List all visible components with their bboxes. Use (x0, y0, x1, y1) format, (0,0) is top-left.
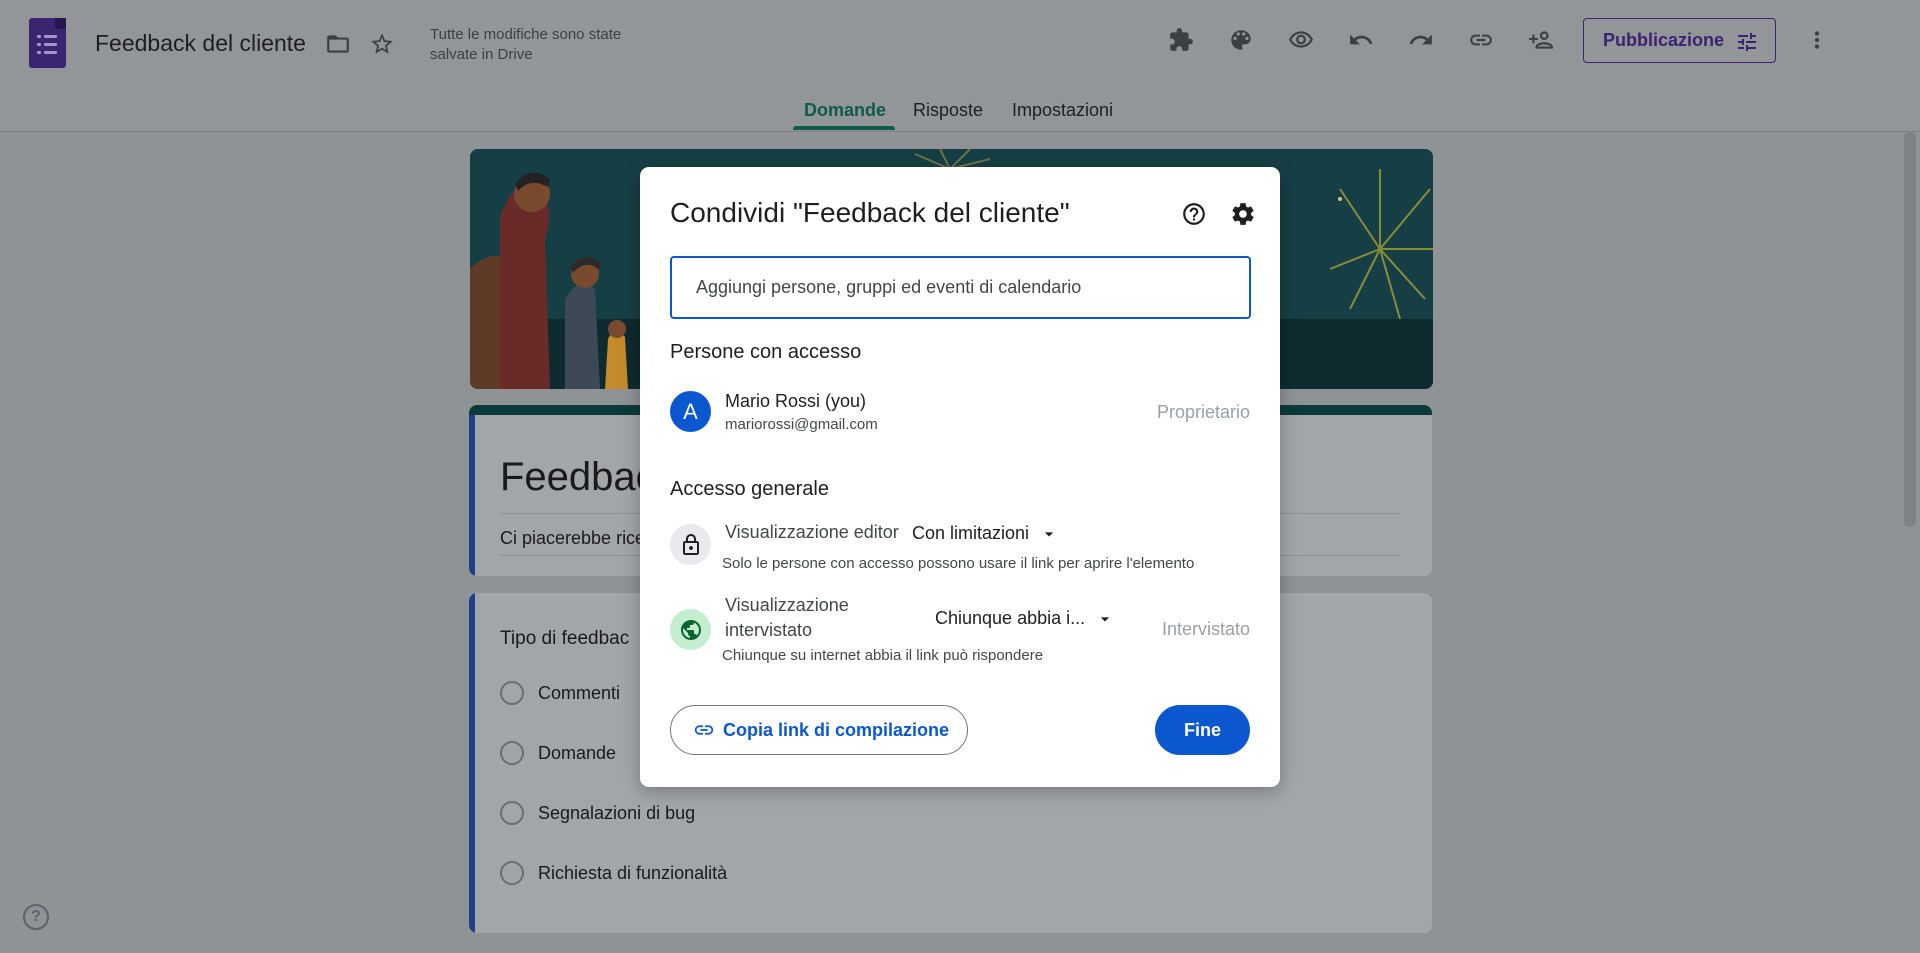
dropdown-arrow-icon (1044, 531, 1054, 536)
radio-button[interactable] (500, 801, 524, 825)
radio-option[interactable]: Commenti (500, 681, 620, 705)
responder-label-line1: Visualizzazione (725, 595, 849, 615)
responder-access-description: Chiunque su internet abbia il link può r… (722, 647, 1044, 664)
preview-icon[interactable] (1281, 20, 1321, 60)
link-icon (694, 725, 714, 735)
responder-role-label: Intervistato (1161, 619, 1250, 639)
responder-label-line2: intervistato (725, 620, 813, 640)
active-tab-indicator (793, 126, 895, 130)
copy-link-label: Copia link di compilazione (723, 719, 950, 740)
avatar: A (670, 391, 711, 432)
radio-button[interactable] (500, 681, 524, 705)
tab-responses[interactable]: Risposte (913, 100, 983, 121)
forms-logo-icon[interactable] (29, 18, 66, 68)
share-dialog: Condividi "Feedback del cliente" Persone… (640, 167, 1280, 787)
card-accent-bar (469, 415, 475, 576)
user-email: mariorossi@gmail.com (725, 416, 878, 433)
tab-questions[interactable]: Domande (804, 100, 886, 121)
option-label: Commenti (538, 682, 621, 703)
publish-button[interactable]: Pubblicazione (1583, 18, 1776, 63)
radio-button[interactable] (500, 741, 524, 765)
add-people-input[interactable] (670, 256, 1251, 319)
save-status-text: Tutte le modifiche sono state salvate in… (430, 26, 622, 63)
tab-bar: Domande Risposte Impostazioni (0, 96, 1920, 132)
star-icon[interactable] (362, 24, 402, 64)
responder-access-label: Visualizzazione intervistato (725, 593, 849, 643)
addon-icon[interactable] (1161, 20, 1201, 60)
palette-icon[interactable] (1221, 20, 1261, 60)
responder-access-dropdown[interactable]: Chiunque abbia i... (935, 608, 1115, 629)
tab-settings[interactable]: Impostazioni (1012, 100, 1113, 121)
radio-option[interactable]: Domande (500, 741, 616, 765)
more-icon[interactable] (1797, 20, 1837, 60)
editor-access-label: Visualizzazione editor (725, 522, 899, 542)
owner-role-label: Proprietario (1156, 402, 1250, 422)
editor-access-description: Solo le persone con accesso possono usar… (722, 555, 1195, 572)
tune-icon (1738, 33, 1756, 51)
question-title[interactable]: Tipo di feedbac (500, 628, 629, 650)
editor-access-value: Con limitazioni (912, 523, 1030, 543)
page-scrollbar[interactable] (1904, 132, 1916, 527)
redo-icon[interactable] (1401, 20, 1441, 60)
globe-icon (670, 609, 711, 650)
general-access-heading: Accesso generale (670, 478, 829, 500)
app-bar: Feedback del cliente Tutte le modifiche … (0, 0, 1920, 132)
option-label: Richiesta di funzionalità (538, 862, 728, 883)
user-name: Mario Rossi (you) (725, 391, 867, 411)
dialog-title: Condividi "Feedback del cliente" (670, 197, 1070, 228)
radio-option[interactable]: Richiesta di funzionalità (500, 861, 727, 885)
help-icon[interactable]: ? (23, 904, 49, 930)
responder-access-value: Chiunque abbia i... (935, 608, 1086, 628)
lock-icon (670, 524, 711, 565)
option-label: Domande (538, 742, 617, 763)
radio-option[interactable]: Segnalazioni di bug (500, 801, 695, 825)
settings-gear-icon[interactable] (1229, 200, 1257, 228)
radio-button[interactable] (500, 861, 524, 885)
add-person-icon[interactable] (1521, 20, 1561, 60)
card-accent-bar (469, 593, 475, 933)
form-description[interactable]: Ci piacerebbe rice (500, 528, 645, 549)
publish-label: Pubblicazione (1603, 30, 1725, 50)
document-title[interactable]: Feedback del cliente (95, 30, 306, 57)
done-button[interactable]: Fine (1155, 705, 1250, 755)
help-circle-icon[interactable] (1180, 200, 1208, 228)
option-label: Segnalazioni di bug (538, 802, 696, 823)
people-with-access-heading: Persone con accesso (670, 341, 862, 363)
folder-icon[interactable] (318, 24, 358, 64)
editor-access-dropdown[interactable]: Con limitazioni (912, 523, 1059, 544)
dropdown-arrow-icon (1100, 616, 1110, 621)
link-icon[interactable] (1461, 20, 1501, 60)
copy-link-button[interactable]: Copia link di compilazione (670, 705, 968, 755)
form-heading[interactable]: Feedbac (500, 455, 656, 500)
undo-icon[interactable] (1341, 20, 1381, 60)
